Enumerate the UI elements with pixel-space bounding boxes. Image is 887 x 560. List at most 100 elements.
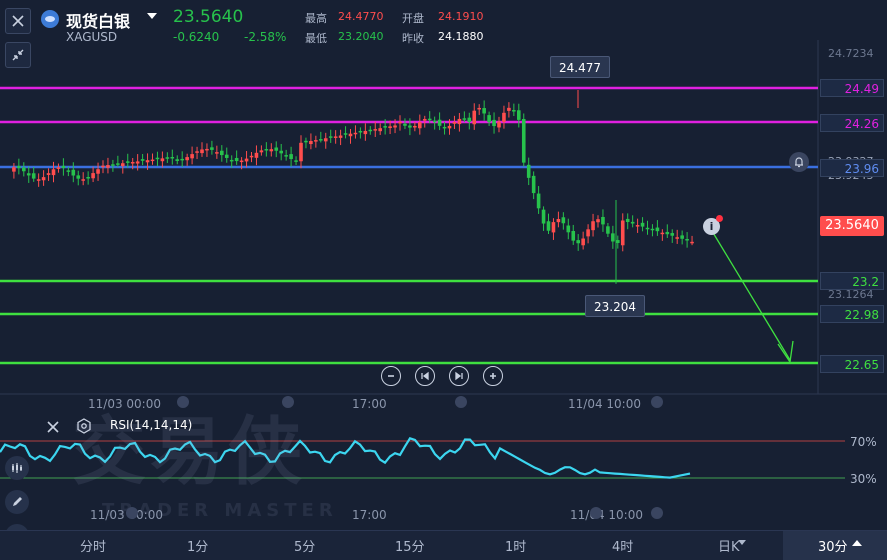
candle-body (536, 193, 541, 209)
chevron-up-icon[interactable] (852, 540, 862, 546)
candle-body (155, 157, 160, 160)
zoom-out-button[interactable] (381, 366, 401, 386)
candle-body (140, 159, 145, 161)
candle-body (383, 126, 387, 128)
candle-body (328, 136, 333, 138)
candle-body (224, 154, 229, 158)
minus-icon (388, 375, 394, 377)
tab-1min[interactable]: 1分 (187, 536, 208, 555)
level-tag-23-96[interactable]: 23.96 (820, 159, 884, 177)
candle-body (61, 165, 66, 169)
candle-body (576, 240, 580, 244)
candle-body (289, 154, 293, 160)
candle-body (541, 209, 546, 224)
candle-body (259, 150, 264, 153)
candle-body (492, 119, 496, 127)
candle-body (205, 148, 209, 151)
candle-body (12, 167, 16, 172)
candle-body (581, 238, 585, 246)
tab-tick[interactable]: 分时 (80, 536, 106, 555)
candle-body (36, 179, 41, 181)
candle-body (31, 173, 36, 179)
candle-body (546, 221, 551, 231)
tab-30min[interactable]: 30分 (818, 536, 848, 555)
candle-body (215, 152, 219, 154)
candle-body (482, 108, 486, 114)
candle-body (556, 219, 561, 223)
candle-body (314, 140, 318, 142)
pencil-icon (13, 497, 22, 506)
candle-body (422, 118, 427, 121)
candle-body (447, 125, 452, 129)
candle-body (368, 129, 373, 132)
chevron-down-icon[interactable] (738, 540, 746, 545)
rsi-30-label: 30% (850, 472, 877, 486)
indicator-settings-button[interactable] (76, 418, 92, 438)
level-tag-24-49[interactable]: 24.49 (820, 79, 884, 97)
candle-body (472, 110, 477, 125)
candle-body (437, 119, 442, 126)
rsi-title: RSI(14,14,14) (110, 418, 193, 432)
alert-bell-icon[interactable] (789, 152, 809, 172)
candle-body (323, 138, 328, 142)
notification-dot (716, 215, 723, 222)
candle-body (373, 129, 378, 131)
level-tag-23-2[interactable]: 23.2 (820, 272, 884, 290)
candle-body (635, 225, 640, 227)
plus-icon (490, 373, 496, 379)
candle-body (185, 157, 189, 161)
candle-body (165, 157, 170, 159)
candle-body (418, 122, 422, 129)
tab-15min[interactable]: 15分 (395, 536, 425, 555)
candle-body (616, 240, 620, 243)
candle-body (229, 159, 234, 162)
candle-body (363, 130, 368, 135)
candle-body (665, 231, 670, 235)
close-indicator-button[interactable] (46, 419, 60, 438)
level-tag-24-26[interactable]: 24.26 (820, 114, 884, 132)
candle-body (606, 226, 610, 234)
candle-body (116, 163, 120, 165)
level-tag-22-65[interactable]: 22.65 (820, 355, 884, 373)
tab-5min[interactable]: 5分 (294, 536, 315, 555)
candle-body (670, 233, 675, 236)
candle-body (51, 169, 56, 176)
zoom-in-button[interactable] (483, 366, 503, 386)
candle-body (41, 177, 46, 181)
candle-body (561, 217, 566, 224)
candle-body (294, 160, 298, 162)
candle-body (620, 220, 625, 246)
scroll-start-button[interactable] (415, 366, 435, 386)
candle-body (274, 147, 279, 151)
skip-back-icon (421, 371, 429, 381)
time-label-2: 17:00 (352, 397, 387, 411)
candle-body (91, 173, 95, 179)
candle-body (195, 151, 199, 153)
tab-1hour[interactable]: 1时 (505, 536, 526, 555)
high-tooltip: 24.477 (550, 56, 610, 78)
candle-body (487, 115, 491, 123)
candle-body (393, 125, 397, 128)
candle-body (254, 152, 259, 158)
candle-body (343, 133, 348, 135)
candle-body (408, 125, 412, 128)
candle-body (566, 225, 571, 233)
candle-body (640, 222, 645, 227)
candle-body (130, 162, 135, 164)
candle-body (150, 159, 155, 162)
level-tag-22-98[interactable]: 22.98 (820, 305, 884, 323)
rsi-time-label-2: 17:00 (352, 508, 387, 522)
draw-tool-button[interactable] (5, 490, 29, 514)
candle-body (645, 227, 650, 230)
scroll-end-button[interactable] (449, 366, 469, 386)
candle-body (338, 135, 343, 138)
tab-daily[interactable]: 日K (718, 536, 740, 555)
candle-body (86, 177, 90, 179)
candle-body (319, 139, 323, 141)
tab-4hour[interactable]: 4时 (612, 536, 633, 555)
candle-body (442, 126, 447, 129)
candle-body (200, 149, 204, 154)
candle-body (630, 221, 635, 224)
candle-body (358, 130, 363, 133)
indicator-tool-button[interactable] (5, 456, 29, 480)
